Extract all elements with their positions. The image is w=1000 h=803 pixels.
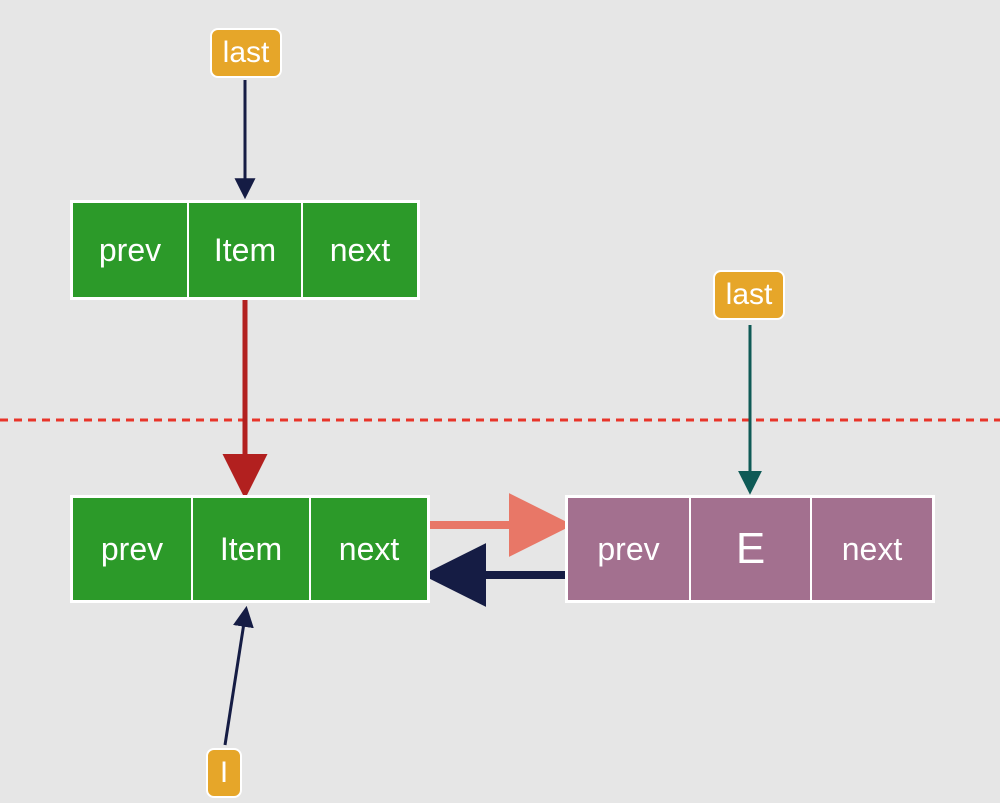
cell-next: next (301, 203, 417, 297)
diagram-stage: last prev Item next last prev Item next … (0, 0, 1000, 803)
cell-item: Item (191, 498, 309, 600)
node-purple: prev E next (565, 495, 935, 603)
label-last-right: last (713, 270, 785, 320)
cell-prev: prev (568, 498, 689, 600)
overlay-svg (0, 0, 1000, 803)
node-top-green: prev Item next (70, 200, 420, 300)
cell-next: next (810, 498, 932, 600)
node-bottom-green: prev Item next (70, 495, 430, 603)
label-i-bottom: I (206, 748, 242, 798)
cell-next: next (309, 498, 427, 600)
label-last-top: last (210, 28, 282, 78)
cell-item: Item (187, 203, 301, 297)
cell-prev: prev (73, 203, 187, 297)
cell-item-e: E (689, 498, 810, 600)
cell-prev: prev (73, 498, 191, 600)
arrow-i-to-bottom-node (225, 610, 246, 745)
